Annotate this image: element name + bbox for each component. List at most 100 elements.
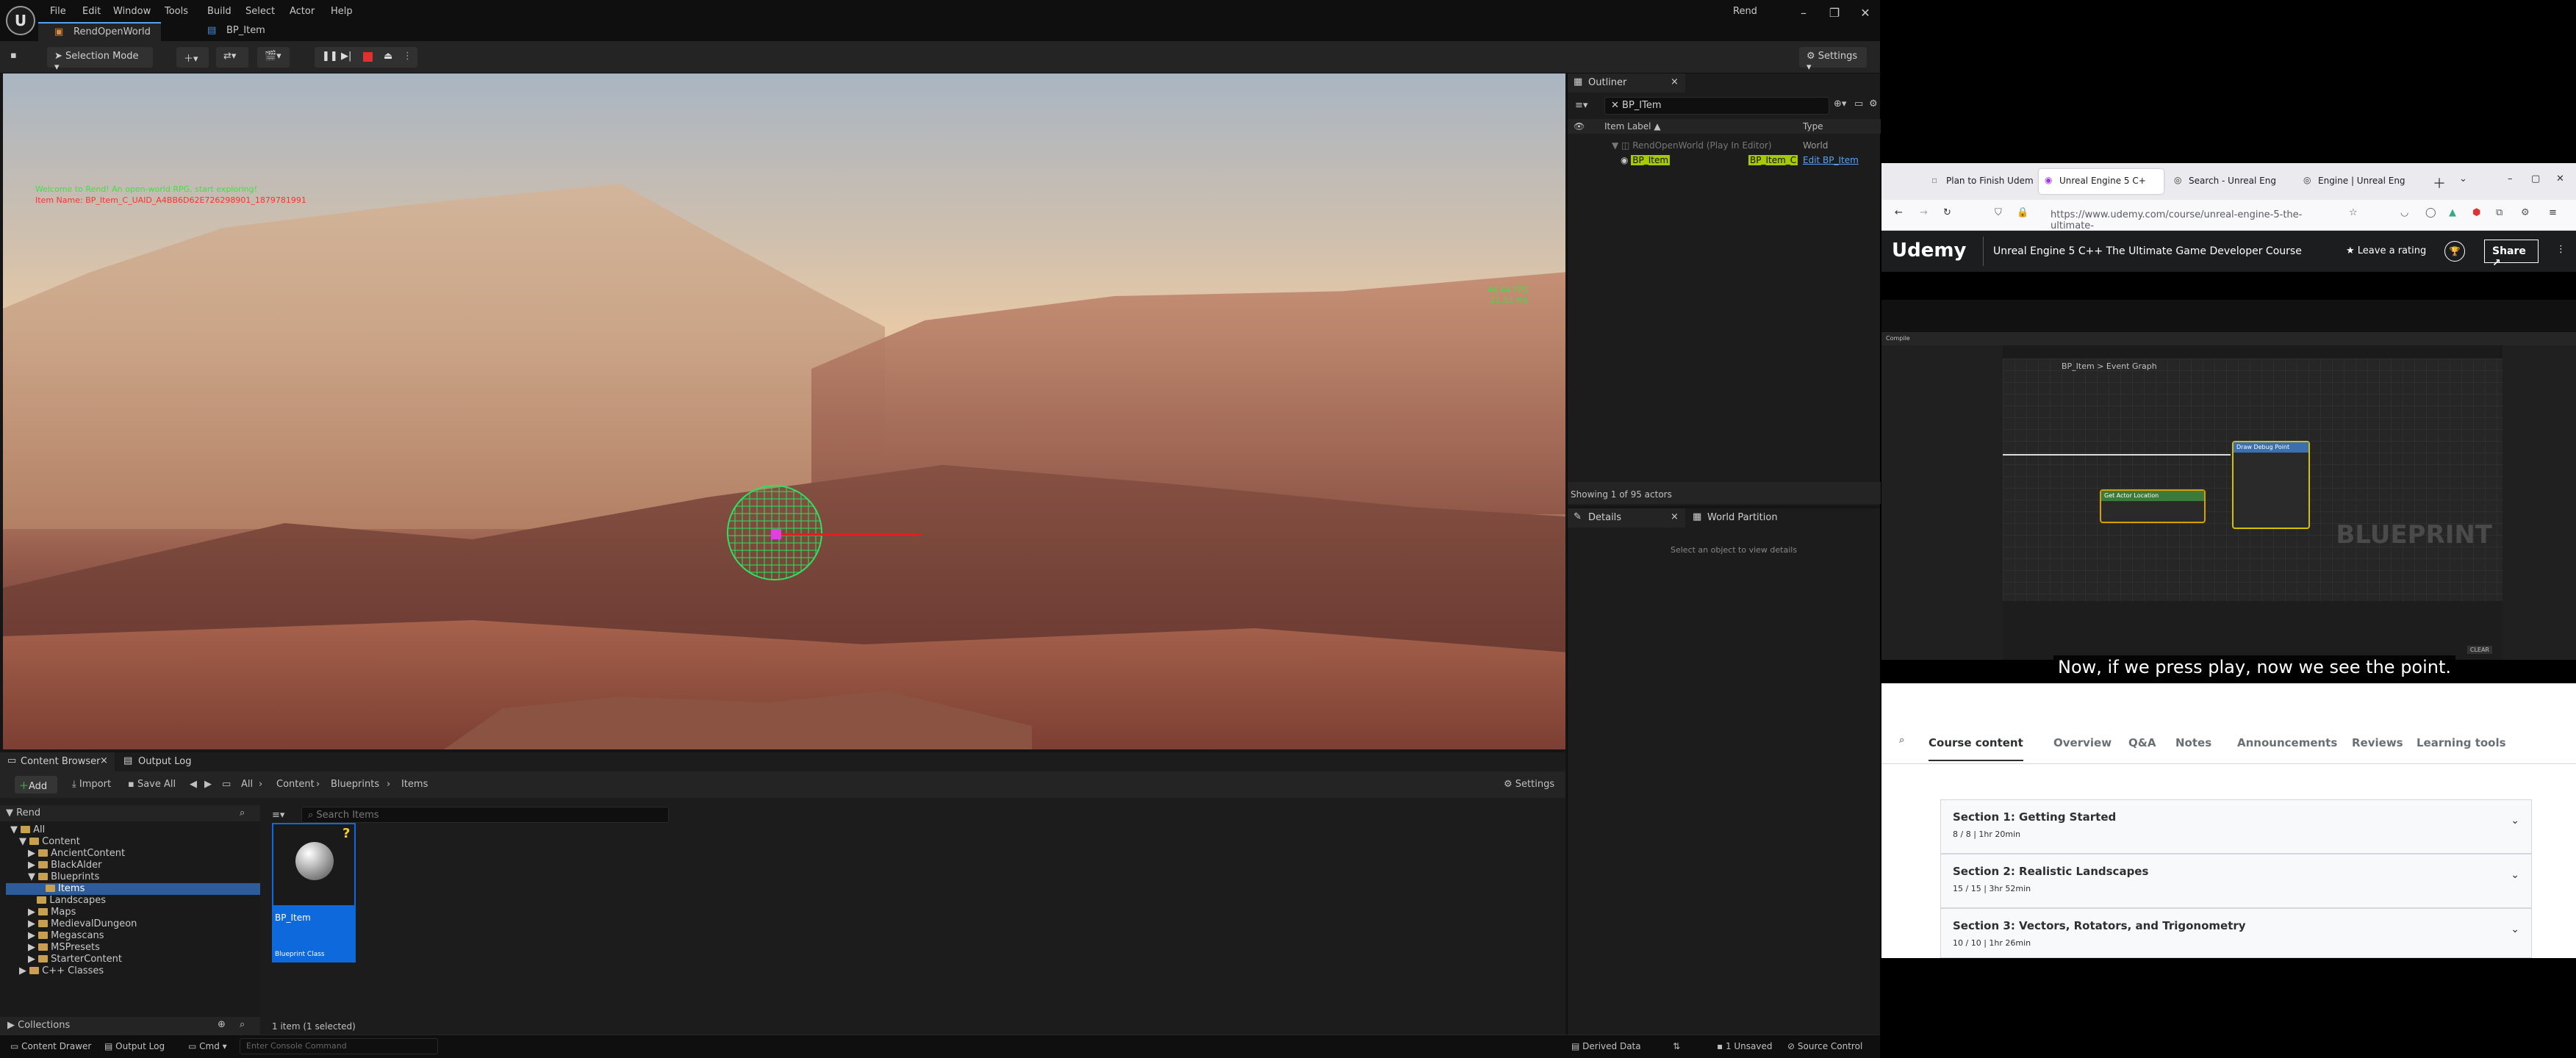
forward-icon[interactable]: → xyxy=(1920,207,1928,218)
cb-settings-button[interactable]: ⚙ Settings xyxy=(1504,779,1554,790)
extensions-icon[interactable]: ⧉ xyxy=(2496,207,2503,218)
output-log-button[interactable]: ▤ Output Log xyxy=(104,1041,165,1051)
tree-item-landscapes[interactable]: Landscapes xyxy=(28,895,106,907)
udemy-logo[interactable]: Udemy xyxy=(1892,240,1966,262)
close-tab-icon[interactable]: × xyxy=(1671,76,1679,87)
tab-course-content[interactable]: Course content xyxy=(1929,736,2023,761)
menu-help[interactable]: Help xyxy=(331,6,353,17)
col-item-label[interactable]: Item Label ▲ xyxy=(1604,121,1661,132)
eject-icon[interactable]: ⏏ xyxy=(384,51,392,62)
selection-mode-dropdown[interactable]: ➤ Selection Mode ▾ xyxy=(47,47,153,73)
tab-outliner[interactable]: ▦ Outliner × xyxy=(1568,73,1685,93)
tree-item-blueprints[interactable]: ▼ Blueprints xyxy=(28,871,99,883)
tab-notes[interactable]: Notes xyxy=(2175,736,2211,749)
tree-item-blackalder[interactable]: ▶ BlackAlder xyxy=(28,860,101,871)
tree-item-medievaldungeon[interactable]: ▶ MedievalDungeon xyxy=(28,918,137,930)
outliner-search-input[interactable]: ✕ BP_ITem xyxy=(1604,97,1829,115)
browser-tab-udemy[interactable]: ◉ Unreal Engine 5 C+ xyxy=(2039,169,2164,194)
tab-details[interactable]: ✎ Details × xyxy=(1568,508,1685,528)
more-options-icon[interactable]: ⋮ xyxy=(403,51,412,62)
browser-tab-plan[interactable]: ▫ Plan to Finish Udem xyxy=(1926,169,2051,194)
tab-reviews[interactable]: Reviews xyxy=(2352,736,2403,749)
tab-list-icon[interactable]: ⌄ xyxy=(2459,173,2467,184)
stop-icon[interactable] xyxy=(363,52,373,62)
visibility-icon[interactable]: 👁 xyxy=(1574,121,1585,132)
back-icon[interactable]: ← xyxy=(1895,207,1903,218)
save-icon[interactable]: ▪ xyxy=(10,50,17,61)
menu-tools[interactable]: Tools xyxy=(165,6,188,17)
save-all-button[interactable]: ▪ Save All xyxy=(128,779,176,790)
puzzle-icon[interactable]: ⚙ xyxy=(2521,207,2530,218)
tab-world-partition[interactable]: ▦ World Partition xyxy=(1687,508,1804,528)
step-icon[interactable]: ▶| xyxy=(341,51,351,62)
tree-item-megascans[interactable]: ▶ Megascans xyxy=(28,930,104,942)
tab-learning-tools[interactable]: Learning tools xyxy=(2417,736,2506,749)
folder-icon[interactable]: ▭ xyxy=(1854,98,1863,109)
asset-tile-bp-item[interactable]: ? BP_Item Blueprint Class xyxy=(272,823,356,962)
breadcrumb-all[interactable]: All xyxy=(241,779,253,790)
url-bar[interactable]: https://www.udemy.com/course/unreal-engi… xyxy=(2043,204,2337,231)
outliner-row-bp-item[interactable]: ◉ BP_Item BP_Item_C Edit BP_Item xyxy=(1621,153,1881,168)
minimize-icon[interactable]: – xyxy=(2508,173,2513,184)
revision-control-icon[interactable]: ⇅ xyxy=(1673,1041,1680,1051)
asset-search-input[interactable]: ⌕ Search Items xyxy=(301,807,669,823)
tab-overview[interactable]: Overview xyxy=(2053,736,2112,749)
section-item[interactable]: Section 2: Realistic Landscapes 15 / 15 … xyxy=(1940,854,2532,908)
search-icon[interactable]: ⌕ xyxy=(240,1019,245,1030)
tab-output-log[interactable]: ▤ Output Log xyxy=(118,752,206,771)
menu-window[interactable]: Window xyxy=(113,6,151,17)
tab-announcements[interactable]: Announcements xyxy=(2237,736,2337,749)
tree-item-cpp-classes[interactable]: ▶ C++ Classes xyxy=(19,965,104,977)
add-button[interactable]: ＋Add xyxy=(15,776,57,794)
menu-edit[interactable]: Edit xyxy=(82,6,101,17)
minimize-icon[interactable]: – xyxy=(1789,6,1818,20)
close-icon[interactable]: ✕ xyxy=(2556,173,2564,184)
edit-bp-item-link[interactable]: Edit BP_Item xyxy=(1803,155,1859,165)
tree-item-content[interactable]: ▼ Content xyxy=(19,836,80,848)
browser-tab-engine[interactable]: ◎ Engine | Unreal Eng xyxy=(2297,169,2422,194)
collections-header[interactable]: ▶ Collections ⊕ ⌕ xyxy=(0,1017,260,1034)
close-tab-icon[interactable]: × xyxy=(1671,511,1679,522)
search-icon[interactable]: ⌕ xyxy=(240,807,245,818)
tree-item-all[interactable]: ▼ All xyxy=(10,824,45,836)
add-filter-icon[interactable]: ⊕▾ xyxy=(1834,98,1846,109)
source-control-button[interactable]: ⊘ Source Control xyxy=(1787,1041,1862,1051)
breadcrumb-content[interactable]: Content xyxy=(276,779,315,790)
search-icon[interactable]: ⌕ xyxy=(1899,735,1904,746)
derived-data-button[interactable]: ▤ Derived Data xyxy=(1571,1041,1641,1051)
bookmark-star-icon[interactable]: ☆ xyxy=(2349,207,2358,218)
history-back-icon[interactable]: ◀ xyxy=(190,779,197,790)
level-viewport[interactable]: Welcome to Rend! An open-world RPG, star… xyxy=(3,73,1565,749)
new-tab-icon[interactable]: ＋ xyxy=(2433,173,2446,192)
close-icon[interactable]: ✕ xyxy=(1851,6,1880,20)
settings-button[interactable]: ⚙ Settings ▾ xyxy=(1799,47,1867,73)
filter-icon[interactable]: ≡▾ xyxy=(272,810,284,821)
section-item[interactable]: Section 3: Vectors, Rotators, and Trigon… xyxy=(1940,908,2532,958)
tree-item-items[interactable]: Items xyxy=(6,883,260,895)
unsaved-indicator[interactable]: ▪ 1 Unsaved xyxy=(1717,1041,1773,1051)
import-button[interactable]: ⤓ Import xyxy=(72,779,111,790)
lock-icon[interactable]: 🔒 xyxy=(2017,207,2028,218)
tree-root[interactable]: ▼ Rend ⌕ xyxy=(0,805,260,821)
outliner-row-world[interactable]: ▼ ◫ RendOpenWorld (Play In Editor) World xyxy=(1612,138,1876,153)
maximize-icon[interactable]: ❐ xyxy=(1820,6,1849,20)
progress-trophy-icon[interactable]: 🏆 xyxy=(2444,241,2465,262)
breadcrumb-items[interactable]: Items xyxy=(401,779,428,790)
tab-rendopenworld[interactable]: ▣ RendOpenWorld xyxy=(38,22,161,41)
tree-item-maps[interactable]: ▶ Maps xyxy=(28,907,76,918)
ublock-icon[interactable]: ⬢ xyxy=(2472,207,2480,218)
filter-icon[interactable]: ≡▾ xyxy=(1575,100,1587,111)
gear-icon[interactable]: ⚙ xyxy=(1869,98,1878,109)
tree-item-mspresets[interactable]: ▶ MSPresets xyxy=(28,942,100,954)
menu-actor[interactable]: Actor xyxy=(290,6,315,17)
section-item[interactable]: Section 1: Getting Started 8 / 8 | 1hr 2… xyxy=(1940,799,2532,854)
pause-icon[interactable]: ❚❚ xyxy=(322,51,338,62)
menu-select[interactable]: Select xyxy=(245,6,275,17)
col-type[interactable]: Type xyxy=(1803,121,1823,132)
share-button[interactable]: Share ↗ xyxy=(2484,240,2539,269)
unreal-logo-icon[interactable]: U xyxy=(6,6,35,35)
video-player[interactable]: Compile BP_Item > Event Graph Draw Debug… xyxy=(1881,272,2576,683)
menu-build[interactable]: Build xyxy=(207,6,232,17)
browser-tab-search[interactable]: ◎ Search - Unreal Eng xyxy=(2168,169,2293,194)
tree-item-startercontent[interactable]: ▶ StarterContent xyxy=(28,954,122,965)
